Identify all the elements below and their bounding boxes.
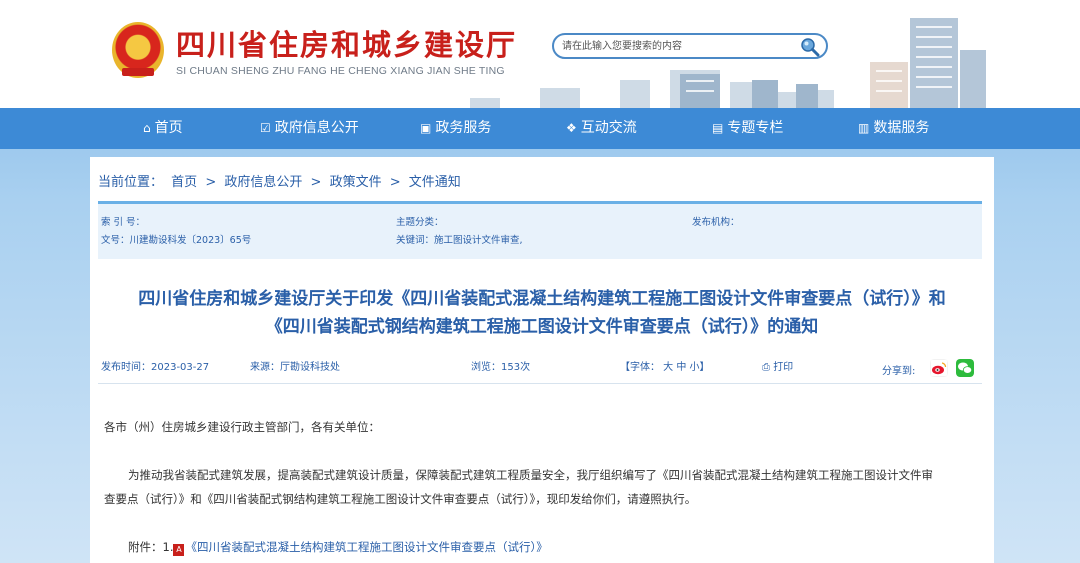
source: 来源：厅勘设科技处	[250, 362, 340, 373]
nav-gov-info[interactable]: ☑ 政府信息公开	[260, 108, 359, 149]
keywords: 关键词：施工图设计文件审查,	[396, 235, 523, 246]
publish-date: 发布时间：2023-03-27	[101, 362, 210, 373]
print-label: 打印	[773, 362, 794, 373]
content-panel: 当前位置： 首页 > 政府信息公开 > 政策文件 > 文件通知 索 引 号： 文…	[90, 157, 994, 563]
breadcrumb-label: 当前位置：	[98, 175, 164, 190]
nav-interaction[interactable]: ❖ 互动交流	[566, 108, 637, 149]
site-subtitle: SI CHUAN SHENG ZHU FANG HE CHENG XIANG J…	[176, 65, 505, 77]
search-input[interactable]	[562, 38, 802, 54]
paragraph-1-line2: 查要点（试行）》和《四川省装配式钢结构建筑工程施工图设计文件审查要点（试行）》，…	[104, 492, 697, 506]
breadcrumb-link-notices[interactable]: 文件通知	[409, 175, 461, 190]
nav-label: 政务服务	[435, 120, 492, 136]
font-size-control[interactable]: 【字体： 大 中 小】	[620, 358, 710, 373]
breadcrumb-separator: >	[205, 175, 217, 190]
document-meta-box: 索 引 号： 文号：川建勘设科发〔2023〕65号 主题分类： 关键词：施工图设…	[98, 201, 982, 259]
greeting: 各市（州）住房城乡建设行政主管部门，各有关单位：	[104, 420, 380, 434]
nav-label: 政府信息公开	[274, 120, 359, 136]
site-title[interactable]: 四川省住房和城乡建设厅	[176, 22, 517, 64]
nav-topics[interactable]: ▤ 专题专栏	[712, 108, 783, 149]
breadcrumb-link-gov-info[interactable]: 政府信息公开	[224, 175, 302, 190]
print-button[interactable]: ⎙ 打印	[762, 358, 793, 373]
nav-label: 首页	[154, 120, 183, 136]
breadcrumb-link-home[interactable]: 首页	[171, 175, 197, 190]
image-icon: ▤	[712, 121, 724, 135]
attachment-label: 附件：1.	[128, 540, 174, 554]
nav-label: 互动交流	[580, 120, 637, 136]
breadcrumb-separator: >	[310, 175, 322, 190]
monitor-icon: ▣	[420, 121, 432, 135]
wechat-icon[interactable]	[956, 359, 974, 377]
printer-icon: ⎙	[762, 362, 770, 373]
main-nav: ⌂ 首页 ☑ 政府信息公开 ▣ 政务服务 ❖ 互动交流 ▤ 专题专栏 ▥ 数据服…	[0, 108, 1080, 149]
chat-icon: ❖	[566, 121, 577, 135]
attachment-line: 附件：1. A 《四川省装配式混凝土结构建筑工程施工图设计文件审查要点（试行）》	[128, 539, 548, 556]
document-number: 文号：川建勘设科发〔2023〕65号	[101, 235, 252, 246]
share-label: 分享到:	[882, 366, 916, 377]
breadcrumb-separator: >	[389, 175, 401, 190]
national-emblem-logo	[112, 22, 164, 78]
view-count: 浏览：153次	[471, 362, 531, 373]
home-icon: ⌂	[143, 121, 151, 135]
edit-icon: ☑	[260, 121, 271, 135]
nav-home[interactable]: ⌂ 首页	[143, 108, 183, 149]
city-skyline-illustration	[470, 18, 986, 108]
site-header: 四川省住房和城乡建设厅 SI CHUAN SHENG ZHU FANG HE C…	[0, 0, 1080, 108]
publisher: 发布机构：	[692, 217, 740, 228]
search-icon[interactable]	[800, 37, 820, 57]
weibo-icon[interactable]	[930, 359, 948, 377]
pdf-icon: A	[173, 544, 185, 556]
article-title-line1: 四川省住房和城乡建设厅关于印发《四川省装配式混凝土结构建筑工程施工图设计文件审查…	[138, 289, 946, 309]
paragraph-1-line1: 为推动我省装配式建筑发展，提高装配式建筑设计质量，保障装配式建筑工程质量安全，我…	[128, 468, 933, 482]
nav-services[interactable]: ▣ 政务服务	[420, 108, 491, 149]
divider	[98, 383, 982, 384]
topic-category: 主题分类：	[396, 217, 444, 228]
article-title-line2: 《四川省装配式钢结构建筑工程施工图设计文件审查要点（试行）》的通知	[265, 317, 819, 337]
search-box[interactable]	[552, 33, 828, 59]
nav-label: 数据服务	[873, 120, 930, 136]
article-title: 四川省住房和城乡建设厅关于印发《四川省装配式混凝土结构建筑工程施工图设计文件审查…	[90, 285, 994, 341]
breadcrumb: 当前位置： 首页 > 政府信息公开 > 政策文件 > 文件通知	[98, 171, 465, 190]
index-number: 索 引 号：	[101, 217, 146, 228]
chart-icon: ▥	[858, 121, 870, 135]
nav-label: 专题专栏	[727, 120, 784, 136]
attachment-link[interactable]: 《四川省装配式混凝土结构建筑工程施工图设计文件审查要点（试行）》	[185, 540, 547, 554]
breadcrumb-link-policy[interactable]: 政策文件	[330, 175, 382, 190]
nav-data[interactable]: ▥ 数据服务	[858, 108, 929, 149]
